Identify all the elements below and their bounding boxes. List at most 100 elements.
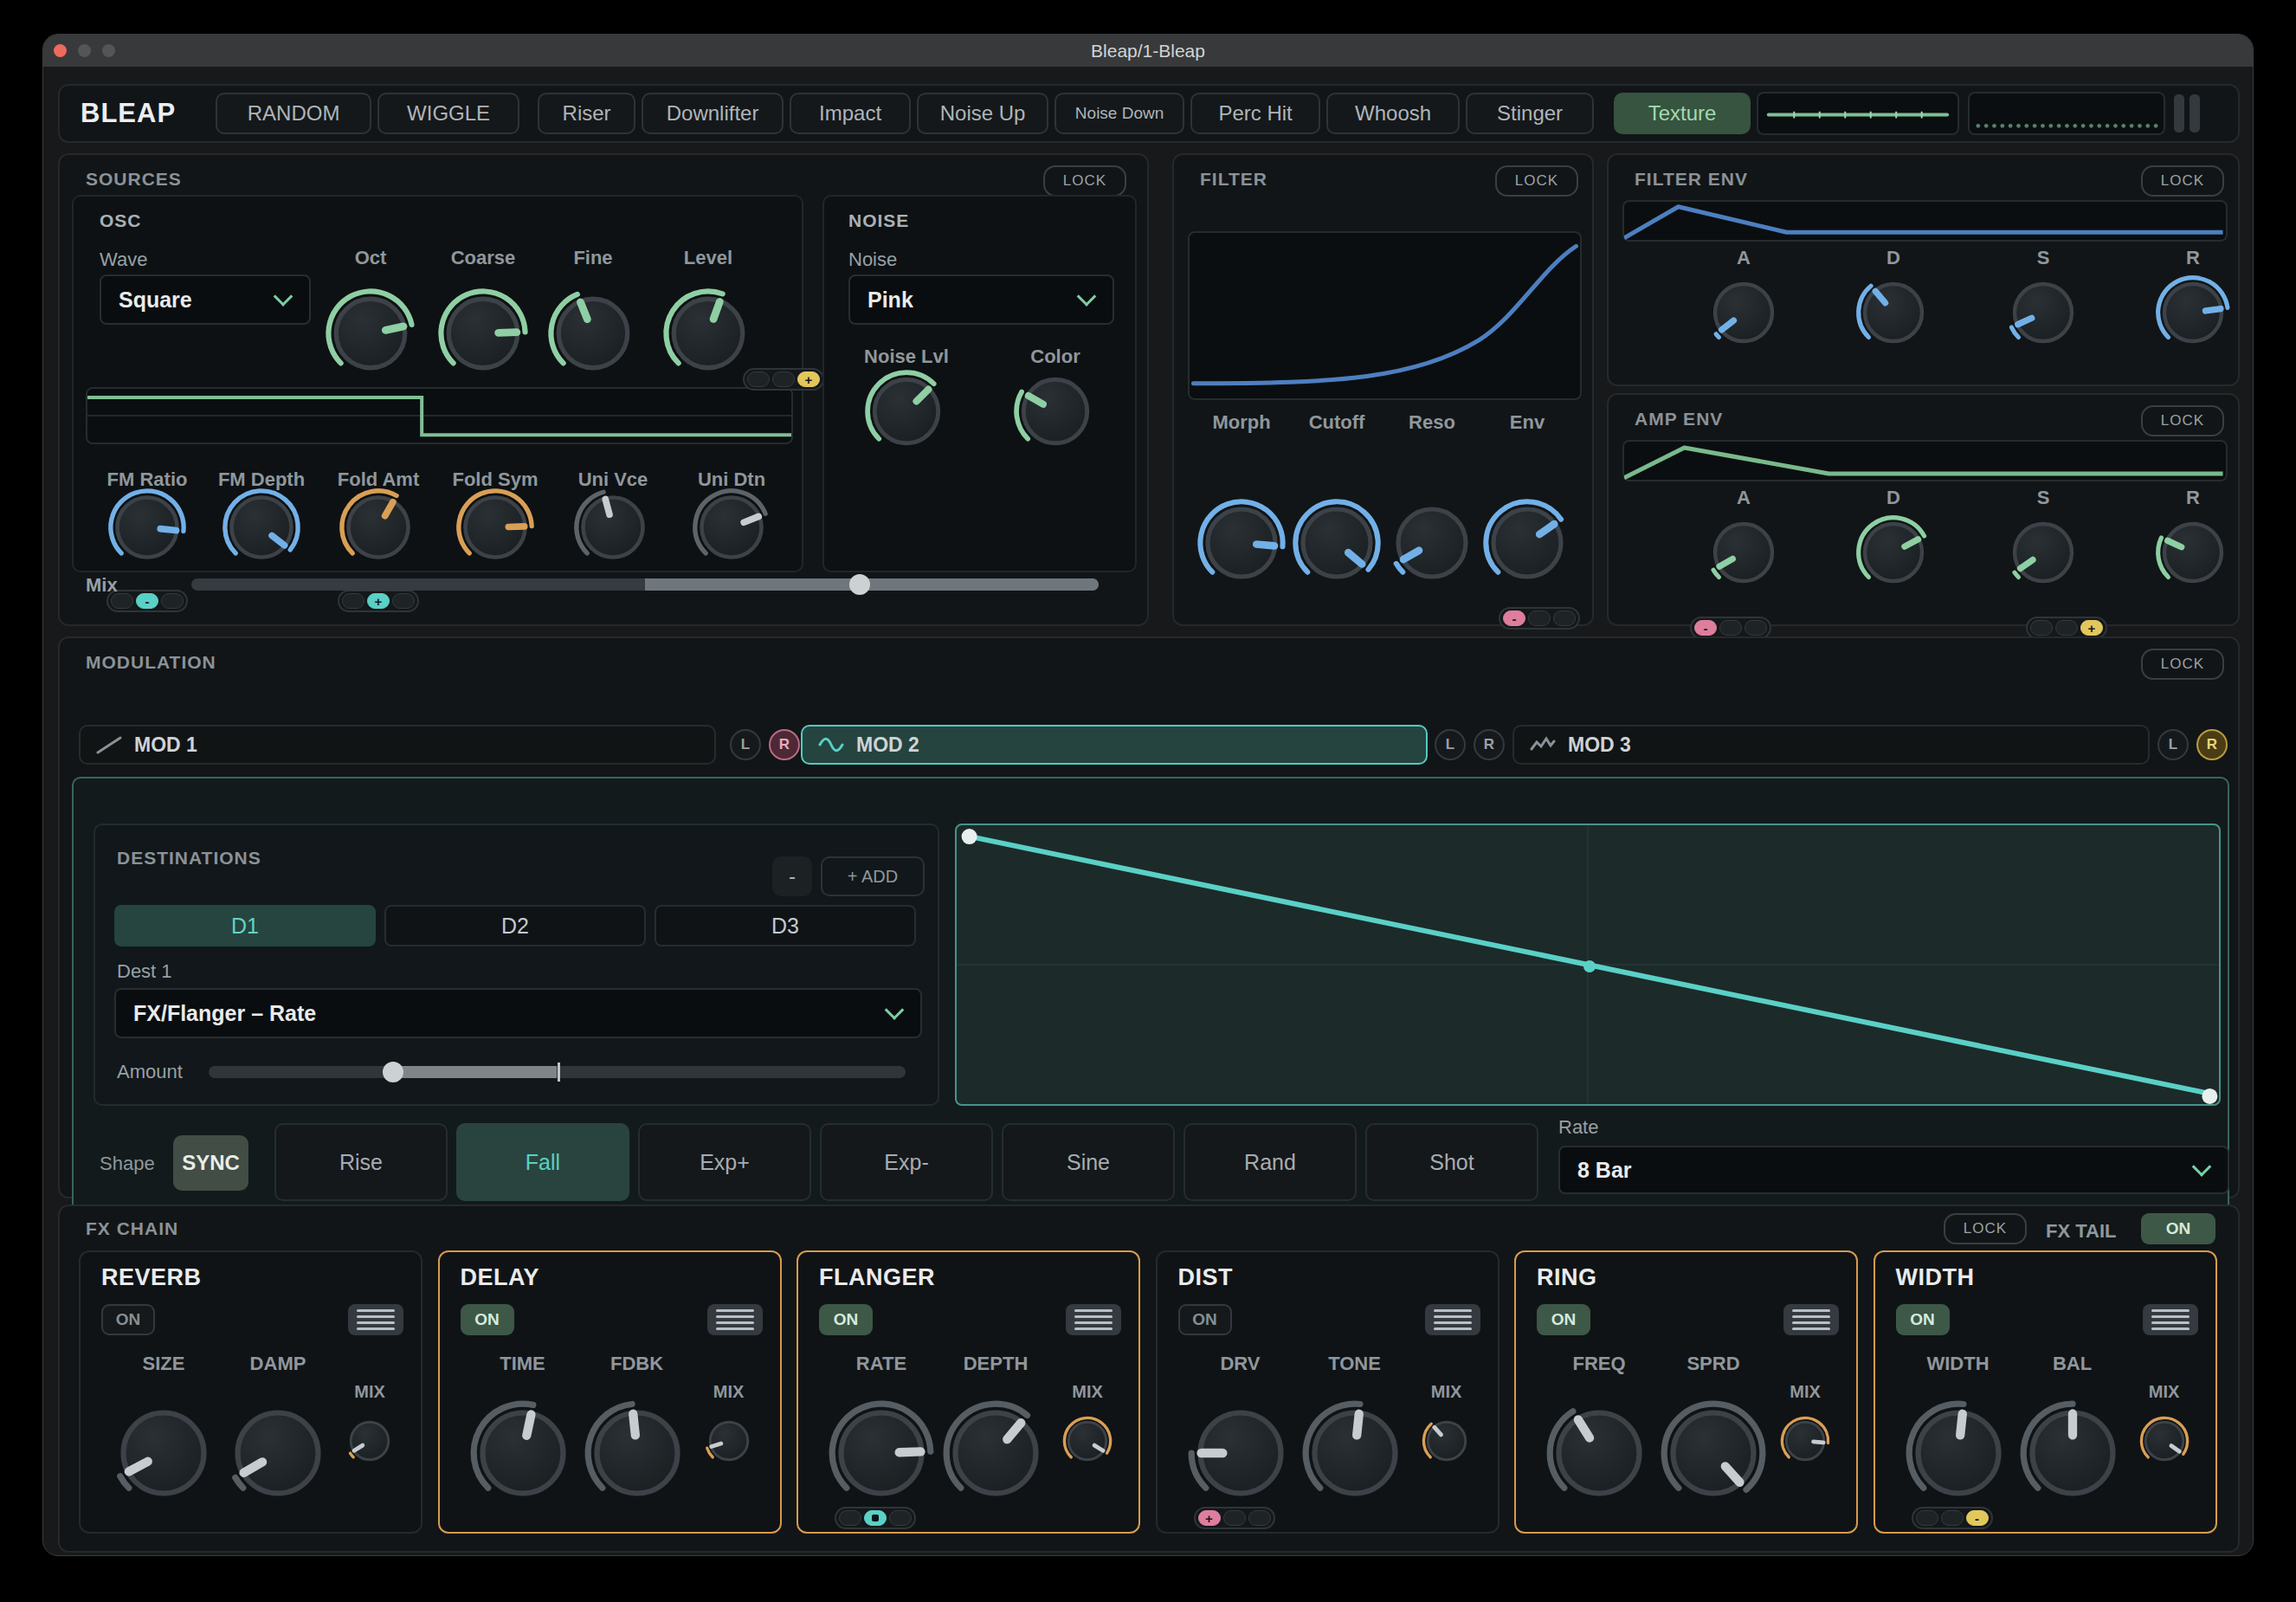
flanger-menu-button[interactable] (1066, 1304, 1121, 1335)
mix-knob[interactable] (704, 1416, 754, 1466)
time-knob[interactable] (469, 1399, 577, 1507)
bar-button-2[interactable] (2190, 94, 2200, 132)
mix-knob[interactable] (345, 1416, 395, 1466)
dist-menu-button[interactable] (1425, 1304, 1480, 1335)
tone-knob[interactable] (1301, 1399, 1409, 1507)
fold-amt-knob[interactable] (339, 488, 418, 567)
mix-knob[interactable] (2139, 1416, 2190, 1466)
level-knob[interactable] (662, 287, 754, 379)
preset-noise-up[interactable]: Noise Up (917, 93, 1048, 134)
preset-noise-down[interactable]: Noise Down (1054, 93, 1184, 134)
noise-dropdown[interactable]: Pink (848, 275, 1114, 325)
reverb-menu-button[interactable] (348, 1304, 403, 1335)
env-knob[interactable] (1482, 498, 1572, 588)
mod1-r-button[interactable]: R (769, 729, 800, 760)
dest-tab-d2[interactable]: D2 (384, 905, 646, 946)
mod2-r-button[interactable]: R (1474, 729, 1505, 760)
d-knob[interactable] (1855, 275, 1932, 351)
mix-knob[interactable] (1780, 1416, 1830, 1466)
freq-knob[interactable] (1545, 1399, 1653, 1507)
wave-dropdown[interactable]: Square (100, 275, 311, 325)
amount-slider-thumb[interactable] (383, 1062, 403, 1082)
r-knob[interactable] (2155, 275, 2231, 351)
color-knob[interactable] (1013, 369, 1098, 454)
preset-riser[interactable]: Riser (538, 93, 635, 134)
s-knob[interactable] (2005, 514, 2081, 591)
shape-fall[interactable]: Fall (456, 1123, 629, 1201)
shape-shot[interactable]: Shot (1365, 1123, 1538, 1201)
sources-lock-button[interactable]: LOCK (1043, 165, 1126, 197)
shape-exp-[interactable]: Exp- (820, 1123, 993, 1201)
fdbk-knob[interactable] (584, 1399, 691, 1507)
size-knob[interactable] (110, 1399, 217, 1507)
drv-knob[interactable] (1187, 1399, 1294, 1507)
s-knob[interactable] (2005, 275, 2081, 351)
depth-knob[interactable] (942, 1399, 1049, 1507)
add-destination-button[interactable]: + ADD (821, 856, 925, 896)
fine-knob[interactable] (547, 287, 639, 379)
shape-rand[interactable]: Rand (1183, 1123, 1357, 1201)
reso-knob[interactable] (1387, 498, 1477, 588)
preset-impact[interactable]: Impact (790, 93, 911, 134)
delay-on-toggle[interactable]: ON (461, 1304, 514, 1335)
modulation-lock-button[interactable]: LOCK (2141, 649, 2224, 680)
uni-vce-knob[interactable] (573, 488, 653, 567)
morph-knob[interactable] (1196, 498, 1287, 588)
mod-tab-1[interactable]: MOD 1 (79, 725, 716, 765)
reverb-on-toggle[interactable]: ON (101, 1304, 155, 1335)
uni-dtn-knob[interactable] (692, 488, 771, 567)
mod-tab-2[interactable]: MOD 2 (801, 725, 1428, 765)
mod3-r-button[interactable]: R (2196, 729, 2228, 760)
preset-perc-hit[interactable]: Perc Hit (1190, 93, 1320, 134)
preset-wiggle[interactable]: WIGGLE (377, 93, 519, 134)
cutoff-knob[interactable] (1292, 498, 1382, 588)
noise-lvl-knob[interactable] (864, 369, 949, 454)
remove-destination-button[interactable]: - (772, 856, 812, 896)
rate-knob[interactable] (828, 1399, 935, 1507)
preset-downlifter[interactable]: Downlifter (642, 93, 784, 134)
r-knob[interactable] (2155, 514, 2231, 591)
preset-stinger[interactable]: Stinger (1466, 93, 1594, 134)
amp-env-lock-button[interactable]: LOCK (2141, 405, 2224, 436)
mix-knob[interactable] (1422, 1416, 1472, 1466)
fx-lock-button[interactable]: LOCK (1944, 1213, 2027, 1244)
dist-on-toggle[interactable]: ON (1178, 1304, 1232, 1335)
shape-sine[interactable]: Sine (1002, 1123, 1175, 1201)
d-knob[interactable] (1855, 514, 1932, 591)
a-knob[interactable] (1706, 275, 1782, 351)
damp-knob[interactable] (224, 1399, 332, 1507)
filter-env-lock-button[interactable]: LOCK (2141, 165, 2224, 197)
bar-button-1[interactable] (2174, 94, 2184, 132)
bal-knob[interactable] (2019, 1399, 2126, 1507)
preset-texture[interactable]: Texture (1614, 93, 1751, 134)
mod1-l-button[interactable]: L (730, 729, 761, 760)
width-on-toggle[interactable]: ON (1896, 1304, 1950, 1335)
fm-ratio-knob[interactable] (107, 488, 187, 567)
mod3-l-button[interactable]: L (2157, 729, 2189, 760)
fx-tail-toggle[interactable]: ON (2141, 1213, 2215, 1244)
mod-shape-display[interactable] (955, 824, 2221, 1106)
amount-slider[interactable] (209, 1066, 906, 1078)
shape-rise[interactable]: Rise (274, 1123, 448, 1201)
mod2-l-button[interactable]: L (1435, 729, 1466, 760)
fold-sym-knob[interactable] (455, 488, 535, 567)
fm-depth-knob[interactable] (222, 488, 301, 567)
ring-on-toggle[interactable]: ON (1537, 1304, 1590, 1335)
dest1-dropdown[interactable]: FX/Flanger – Rate (114, 988, 922, 1038)
a-knob[interactable] (1706, 514, 1782, 591)
rate-dropdown[interactable]: 8 Bar (1558, 1146, 2229, 1194)
mix-knob[interactable] (1062, 1416, 1113, 1466)
mod-tab-3[interactable]: MOD 3 (1512, 725, 2150, 765)
ring-menu-button[interactable] (1783, 1304, 1839, 1335)
flanger-on-toggle[interactable]: ON (819, 1304, 873, 1335)
delay-menu-button[interactable] (707, 1304, 763, 1335)
dest-tab-d3[interactable]: D3 (655, 905, 916, 946)
oct-knob[interactable] (325, 287, 416, 379)
mix-slider-track[interactable] (191, 578, 1099, 591)
shape-exp-[interactable]: Exp+ (638, 1123, 811, 1201)
preset-whoosh[interactable]: Whoosh (1326, 93, 1460, 134)
mix-slider-thumb[interactable] (849, 574, 870, 595)
coarse-knob[interactable] (437, 287, 529, 379)
width-knob[interactable] (1905, 1399, 2012, 1507)
dest-tab-d1[interactable]: D1 (114, 905, 376, 946)
